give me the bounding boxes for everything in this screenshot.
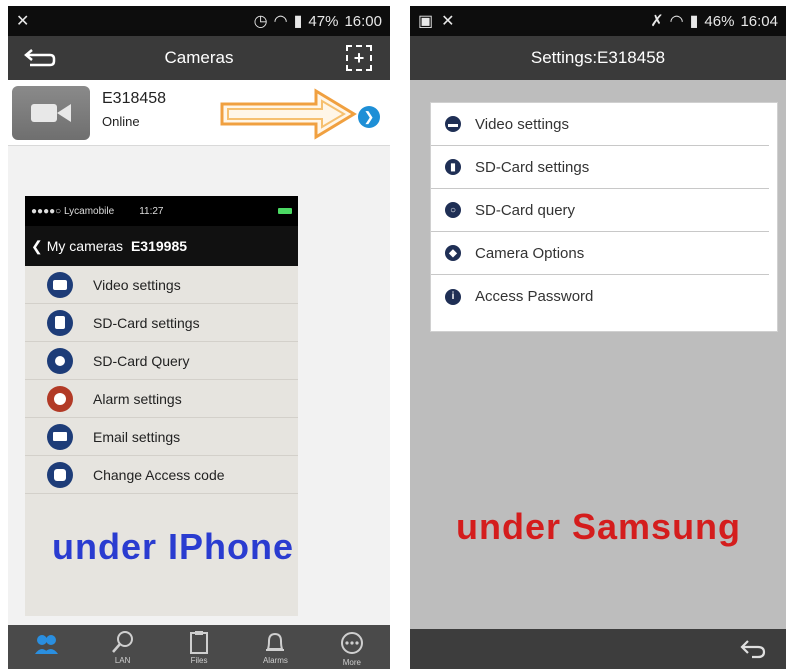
list-item-label: SD-Card Query [93,352,190,369]
tab-label: LAN [114,656,131,665]
ios-item-change-access-code[interactable]: Change Access code [25,456,298,494]
search-icon [47,347,73,374]
ios-time: 11:27 [139,205,164,217]
sdcard-icon [47,309,73,336]
signal-icon: ▮ [689,13,699,30]
caption-samsung: under Samsung [456,506,742,547]
search-icon [111,631,133,653]
status-bar: ▣ ✕ ✗ ◠ ▮ 46% 16:04 [410,6,786,36]
tab-label: More [342,658,361,667]
camera-options-icon: ◆ [445,245,461,261]
page-title: Settings:E318458 [530,48,666,67]
camera-name: E318458 [102,90,167,107]
ios-status-bar: ●●●●○ Lycamobile 11:27 [25,196,298,226]
list-item-label: Change Access code [93,466,225,483]
settings-item-sdcard-settings[interactable]: ▮ SD-Card settings [431,146,769,189]
app-bar: Cameras + [8,36,390,80]
list-item-label: SD-Card query [475,201,576,219]
app-bar: Settings:E318458 [410,36,786,80]
camera-list-item[interactable]: E318458 Online ❯ [8,80,390,146]
missed-call-icon: ✕ [16,13,30,30]
email-icon [47,423,73,450]
video-icon [47,271,73,298]
wifi-icon: ◠ [669,13,684,30]
ios-item-email-settings[interactable]: Email settings [25,418,298,456]
camera-settings-button[interactable]: ❯ [358,106,380,128]
camera-status: Online [102,114,140,129]
ios-item-alarm-settings[interactable]: Alarm settings [25,380,298,418]
alarm-clock-icon: ◷ [253,13,268,30]
tab-label: Alarms [262,656,288,665]
tab-alarms[interactable]: Alarms [237,625,313,669]
settings-item-sdcard-query[interactable]: ○ SD-Card query [431,189,769,232]
list-item-label: Alarm settings [93,390,182,407]
tab-devices[interactable] [8,625,84,669]
back-label[interactable]: My cameras [47,238,123,254]
list-item-label: Camera Options [475,244,585,262]
add-camera-icon[interactable]: + [346,45,372,71]
bottom-tab-bar: LAN Files Alarms More [8,625,390,669]
page-title: Cameras [164,48,234,67]
list-item-label: Video settings [475,115,569,133]
tab-more[interactable]: More [314,625,390,669]
video-icon: ▬ [445,116,461,132]
battery-icon [278,208,292,214]
bell-icon [266,632,285,651]
status-time: 16:00 [344,12,382,30]
carrier: ●●●●○ Lycamobile [31,205,115,217]
settings-item-video-settings[interactable]: ▬ Video settings [431,103,769,146]
info-icon: i [445,288,461,305]
back-icon[interactable] [22,44,58,72]
list-item-label: Video settings [93,276,181,293]
ios-camera-id: E319985 [130,238,188,254]
list-item-label: SD-Card settings [475,158,590,176]
settings-item-camera-options[interactable]: ◆ Camera Options [431,232,769,275]
missed-call-icon: ✕ [441,13,455,30]
gallery-icon: ▣ [418,13,434,30]
battery-level: 46% [704,12,735,30]
back-icon[interactable] [738,637,768,661]
signal-icon: ▮ [293,13,303,30]
caption-iphone: under IPhone [52,526,295,567]
list-item-label: Email settings [93,428,181,445]
alarm-icon [47,385,73,412]
settings-item-access-password[interactable]: i Access Password [431,275,769,318]
tab-files[interactable]: Files [161,625,237,669]
settings-list: ▬ Video settings ▮ SD-Card settings ○ SD… [430,102,778,332]
devices-icon [35,635,59,654]
arrow-annotation [220,88,357,140]
video-camera-icon [31,104,71,122]
chevron-left-icon[interactable]: ❮ [31,238,43,255]
left-phone-screen: ✕ ◷ ◠ ▮ 47% 16:00 Cameras + E318458 Onli… [8,6,390,669]
list-item-label: Access Password [475,288,594,305]
list-item-label: SD-Card settings [93,314,200,331]
ios-nav-bar: ❮ My cameras E319985 [25,226,298,266]
camera-thumbnail [12,86,90,140]
battery-level: 47% [308,12,339,30]
more-icon [340,632,363,654]
mute-icon: ✗ [650,13,664,30]
search-icon: ○ [445,202,461,218]
right-phone-screen: ▣ ✕ ✗ ◠ ▮ 46% 16:04 Settings:E318458 ▬ V… [410,6,786,669]
navigation-bar [410,629,786,669]
ios-item-video-settings[interactable]: Video settings [25,266,298,304]
tab-lan[interactable]: LAN [84,625,160,669]
files-icon [190,631,209,654]
camera-options-icon [47,461,73,488]
status-time: 16:04 [740,12,778,30]
sdcard-icon: ▮ [445,159,461,175]
ios-item-sdcard-settings[interactable]: SD-Card settings [25,304,298,342]
ios-settings-list: Video settings SD-Card settings SD-Card … [25,266,298,494]
tab-label: Files [190,656,208,665]
ios-item-sdcard-query[interactable]: SD-Card Query [25,342,298,380]
wifi-icon: ◠ [273,13,288,30]
status-bar: ✕ ◷ ◠ ▮ 47% 16:00 [8,6,390,36]
